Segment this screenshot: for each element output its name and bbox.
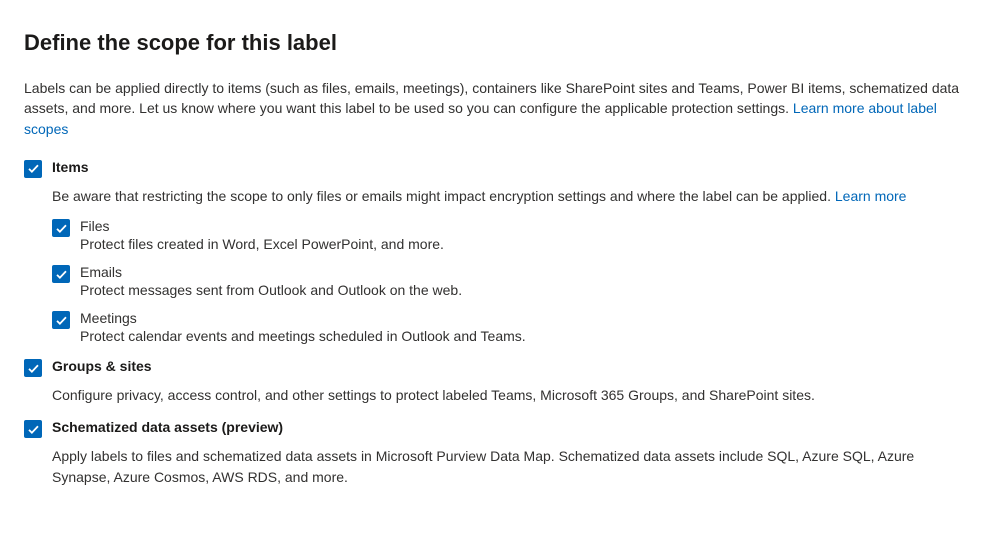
scope-items: Items Be aware that restricting the scop… bbox=[24, 159, 976, 344]
items-learn-more-link[interactable]: Learn more bbox=[835, 188, 907, 204]
scope-schematized: Schematized data assets (preview) Apply … bbox=[24, 419, 976, 487]
files-label: Files bbox=[80, 218, 976, 234]
files-checkbox[interactable] bbox=[52, 219, 70, 237]
schematized-label: Schematized data assets (preview) bbox=[52, 419, 976, 435]
emails-checkbox[interactable] bbox=[52, 265, 70, 283]
items-desc-text: Be aware that restricting the scope to o… bbox=[52, 188, 835, 204]
schematized-checkbox[interactable] bbox=[24, 420, 42, 438]
meetings-label: Meetings bbox=[80, 310, 976, 326]
checkmark-icon bbox=[55, 268, 68, 281]
items-checkbox[interactable] bbox=[24, 160, 42, 178]
items-description: Be aware that restricting the scope to o… bbox=[24, 186, 976, 206]
checkmark-icon bbox=[27, 162, 40, 175]
emails-desc: Protect messages sent from Outlook and O… bbox=[80, 282, 976, 298]
meetings-desc: Protect calendar events and meetings sch… bbox=[80, 328, 976, 344]
checkmark-icon bbox=[27, 423, 40, 436]
sub-files: Files Protect files created in Word, Exc… bbox=[52, 218, 976, 252]
sub-meetings: Meetings Protect calendar events and mee… bbox=[52, 310, 976, 344]
schematized-desc: Apply labels to files and schematized da… bbox=[24, 446, 976, 487]
scope-groups: Groups & sites Configure privacy, access… bbox=[24, 358, 976, 405]
checkmark-icon bbox=[55, 314, 68, 327]
meetings-checkbox[interactable] bbox=[52, 311, 70, 329]
groups-label: Groups & sites bbox=[52, 358, 976, 374]
checkmark-icon bbox=[55, 222, 68, 235]
items-label: Items bbox=[52, 159, 976, 175]
checkmark-icon bbox=[27, 362, 40, 375]
emails-label: Emails bbox=[80, 264, 976, 280]
groups-desc: Configure privacy, access control, and o… bbox=[24, 385, 976, 405]
page-title: Define the scope for this label bbox=[24, 30, 976, 56]
sub-emails: Emails Protect messages sent from Outloo… bbox=[52, 264, 976, 298]
intro-text: Labels can be applied directly to items … bbox=[24, 78, 964, 139]
groups-checkbox[interactable] bbox=[24, 359, 42, 377]
files-desc: Protect files created in Word, Excel Pow… bbox=[80, 236, 976, 252]
